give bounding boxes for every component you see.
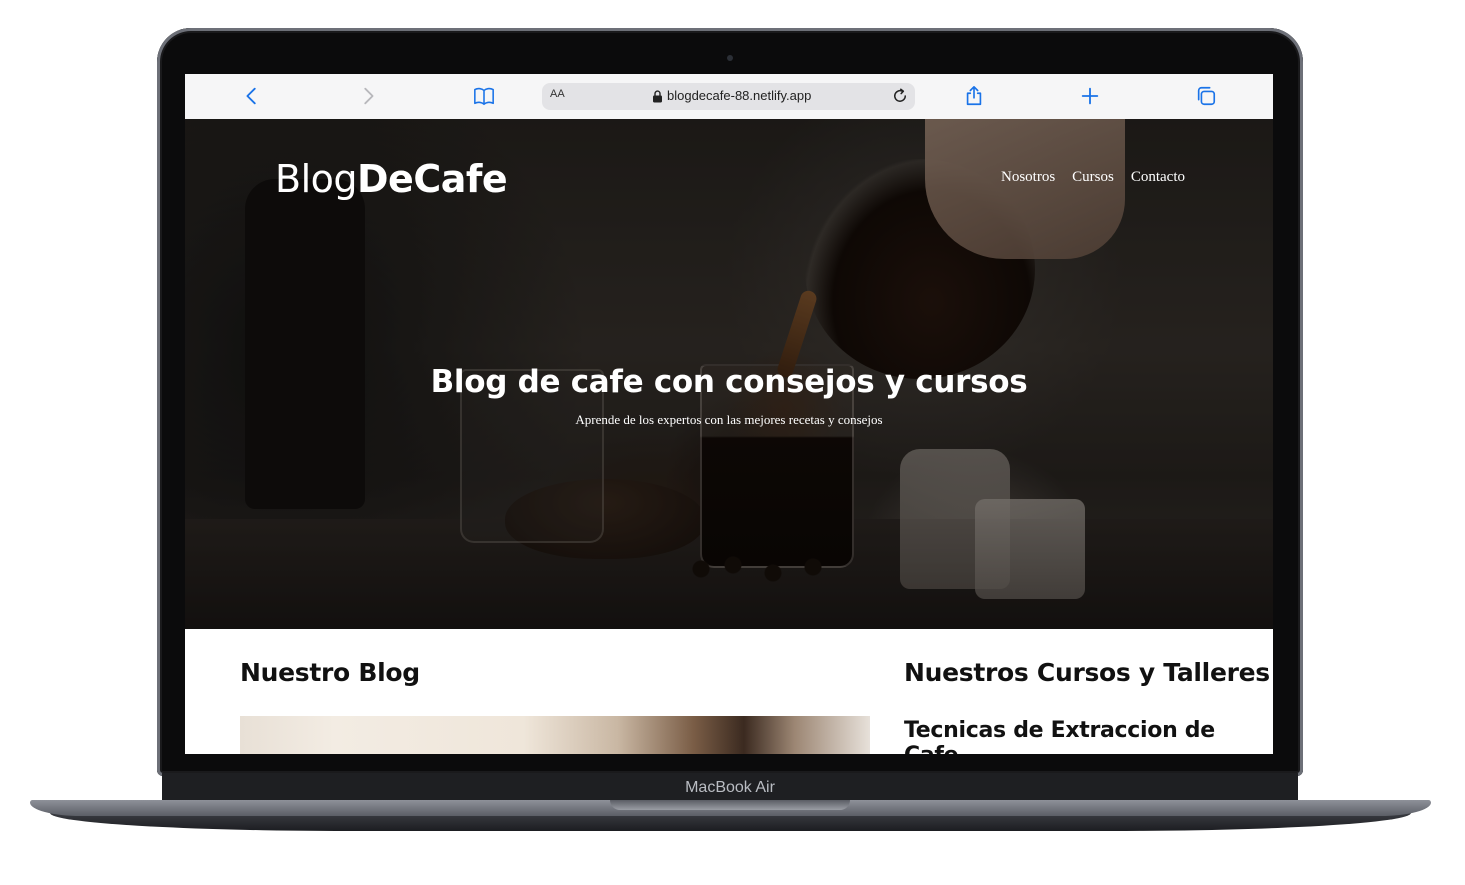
course-title[interactable]: Tecnicas de Extraccion de Cafe (904, 718, 1273, 754)
hero-title: Blog de cafe con consejos y cursos (430, 364, 1028, 400)
tabs-icon[interactable] (1193, 83, 1219, 109)
main-nav: Nosotros Cursos Contacto (1001, 169, 1185, 186)
laptop-notch (610, 800, 850, 810)
blog-heading: Nuestro Blog (240, 658, 420, 687)
lock-icon (653, 90, 662, 103)
laptop-hinge: MacBook Air (162, 773, 1298, 803)
courses-heading: Nuestros Cursos y Talleres (904, 658, 1270, 687)
hero: BlogDeCafe Nosotros Cursos Contacto Blog… (185, 119, 1273, 629)
back-icon[interactable] (239, 83, 265, 109)
hero-subtitle: Aprende de los expertos con las mejores … (575, 412, 883, 427)
site-logo[interactable]: BlogDeCafe (275, 157, 508, 201)
device-label: MacBook Air (685, 779, 775, 796)
bookmarks-icon[interactable] (471, 83, 497, 109)
new-tab-icon[interactable] (1077, 83, 1103, 109)
browser-toolbar: AA blogdecafe-88.netlify.app (185, 74, 1273, 120)
url-text: blogdecafe-88.netlify.app (667, 88, 812, 103)
reload-icon[interactable] (891, 87, 909, 105)
nav-link-cursos[interactable]: Cursos (1072, 169, 1114, 186)
forward-icon[interactable] (355, 83, 381, 109)
text-size-button[interactable]: AA (550, 88, 565, 100)
address-bar[interactable]: AA blogdecafe-88.netlify.app (542, 83, 915, 110)
logo-bold: DeCafe (357, 157, 508, 201)
camera (727, 55, 733, 61)
blog-post-image[interactable] (240, 716, 870, 754)
share-icon[interactable] (961, 83, 987, 109)
logo-light: Blog (275, 157, 358, 201)
nav-link-nosotros[interactable]: Nosotros (1001, 169, 1055, 186)
nav-link-contacto[interactable]: Contacto (1131, 169, 1185, 186)
browser-screen: AA blogdecafe-88.netlify.app BlogDeCafe … (185, 74, 1273, 754)
